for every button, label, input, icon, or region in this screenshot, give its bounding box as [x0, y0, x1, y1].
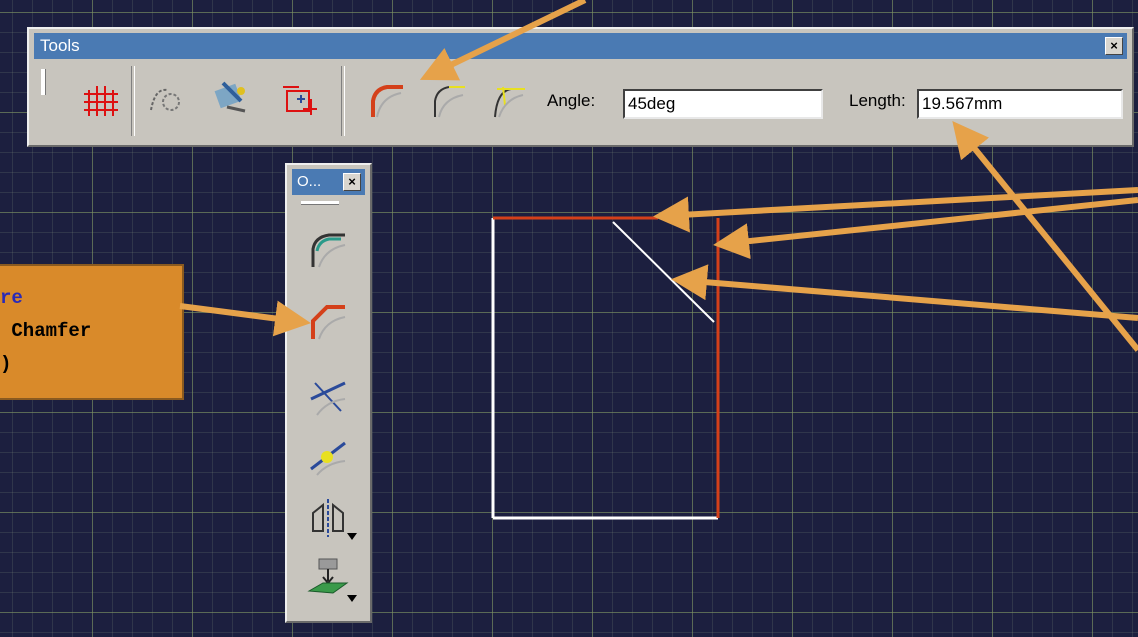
arrow-to-length-field — [952, 121, 1138, 352]
arrow-to-chamfer-tool — [419, 0, 587, 81]
annotation-arrows — [179, 0, 1138, 352]
arrow-to-chamfer-icon — [179, 300, 311, 337]
arrow-to-chamfer-line — [671, 264, 1138, 321]
arrow-to-top-edge — [653, 187, 1138, 233]
sketch-canvas[interactable]: Tools × Angle: 45deg Length: 19.567mm O.… — [0, 0, 1138, 637]
